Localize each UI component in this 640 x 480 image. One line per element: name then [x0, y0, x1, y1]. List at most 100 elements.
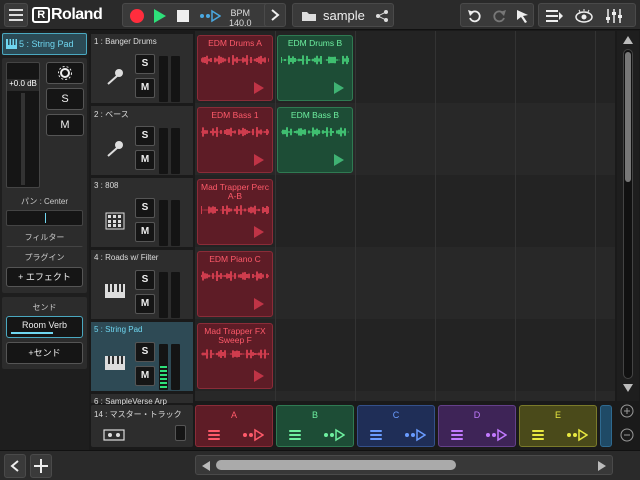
clip[interactable]: EDM Bass B — [277, 107, 353, 173]
stop-icon[interactable] — [175, 8, 191, 24]
vertical-scrollbar[interactable] — [617, 31, 639, 401]
track-header[interactable]: 5 : String Pad S M — [91, 322, 193, 392]
track-header[interactable]: 3 : 808 S M — [91, 178, 193, 248]
scene-launch-icon[interactable] — [566, 428, 588, 442]
zoom-in-icon[interactable] — [620, 404, 634, 418]
undo-icon[interactable] — [467, 8, 483, 24]
send-room-verb[interactable]: Room Verb — [6, 316, 83, 338]
mute-button[interactable]: M — [135, 78, 155, 98]
scene-menu-icon[interactable] — [370, 430, 382, 440]
track-header[interactable]: 1 : Banger Drums S M — [91, 34, 193, 104]
scene-button[interactable]: C — [357, 405, 435, 447]
add-track-button[interactable] — [30, 454, 52, 478]
clip[interactable]: EDM Piano C — [197, 251, 273, 317]
scroll-up-icon[interactable] — [622, 35, 634, 45]
mute-button[interactable]: M — [135, 222, 155, 242]
zoom-out-icon[interactable] — [620, 428, 634, 442]
settings-button[interactable] — [46, 62, 84, 84]
bpm-display[interactable]: BPM 140.0 — [229, 8, 252, 28]
mic-icon — [105, 68, 125, 86]
clip[interactable]: EDM Drums B — [277, 35, 353, 101]
clip-play-icon[interactable] — [254, 298, 264, 310]
solo-button[interactable]: S — [135, 342, 155, 362]
loop-icon[interactable] — [199, 9, 221, 23]
track-header[interactable]: 2 : ベース S M — [91, 106, 193, 176]
bpm-label: BPM — [230, 8, 251, 18]
song-selector[interactable]: sample — [292, 3, 394, 27]
clip-play-icon[interactable] — [334, 154, 344, 166]
clip-play-icon[interactable] — [254, 154, 264, 166]
clip[interactable]: Mad Trapper FX Sweep F — [197, 323, 273, 389]
clip-play-icon[interactable] — [254, 226, 264, 238]
solo-button[interactable]: S — [135, 198, 155, 218]
mixer-icon[interactable] — [605, 8, 623, 24]
solo-button[interactable]: S — [135, 126, 155, 146]
mute-button[interactable]: M — [135, 150, 155, 170]
scroll-track[interactable] — [623, 49, 633, 379]
add-send-button[interactable]: +センド — [6, 342, 83, 364]
scroll-thumb[interactable] — [625, 52, 631, 182]
scene-button[interactable]: D — [438, 405, 516, 447]
back-button[interactable] — [4, 454, 26, 478]
clip-play-icon[interactable] — [334, 82, 344, 94]
edit-tools — [460, 3, 534, 27]
grid-line — [595, 31, 596, 401]
master-level-button[interactable] — [175, 425, 186, 441]
roland-logo: R Roland — [32, 6, 103, 24]
inspector-track-title[interactable]: 5 : String Pad — [2, 33, 87, 55]
clip[interactable]: EDM Bass 1 — [197, 107, 273, 173]
record-icon[interactable] — [129, 8, 145, 24]
horizontal-scroll-thumb[interactable] — [216, 460, 456, 470]
scroll-down-icon[interactable] — [622, 383, 634, 393]
clip-play-icon[interactable] — [254, 370, 264, 382]
scene-launch-icon[interactable] — [242, 428, 264, 442]
clip-name: EDM Bass B — [290, 110, 340, 120]
grid-line — [275, 31, 276, 401]
scene-button[interactable]: E — [519, 405, 597, 447]
inspector-solo-button[interactable]: S — [46, 88, 84, 110]
next-button[interactable] — [264, 3, 286, 27]
scene-menu-icon[interactable] — [451, 430, 463, 440]
scene-launch-icon[interactable] — [404, 428, 426, 442]
track-header[interactable]: 6 : SampleVerse Arp — [91, 394, 193, 406]
scene-name: A — [230, 410, 237, 420]
list-icon[interactable] — [545, 8, 563, 24]
scroll-right-icon[interactable] — [597, 460, 607, 472]
redo-icon[interactable] — [491, 8, 507, 24]
pointer-icon[interactable] — [515, 8, 531, 24]
clip-play-icon[interactable] — [254, 82, 264, 94]
scene-menu-icon[interactable] — [208, 430, 220, 440]
clip[interactable]: Mad Trapper Perc A-B — [197, 179, 273, 245]
menu-button[interactable] — [4, 3, 28, 27]
add-effect-button[interactable]: + エフェクト — [6, 267, 83, 287]
solo-button[interactable]: S — [135, 54, 155, 74]
master-track[interactable]: 14 : マスター・トラック — [91, 405, 193, 447]
clip-grid[interactable]: EDM Drums A EDM Drums B EDM Bass 1 EDM Bass… — [195, 31, 615, 401]
inspector-mute-button[interactable]: M — [46, 114, 84, 136]
master-track-name: 14 : マスター・トラック — [94, 410, 182, 419]
scene-menu-icon[interactable] — [532, 430, 544, 440]
clip-name: EDM Drums B — [287, 38, 343, 48]
solo-button[interactable]: S — [135, 270, 155, 290]
filter-label: フィルター — [24, 233, 65, 242]
scene-partial[interactable] — [600, 405, 612, 447]
scene-menu-icon[interactable] — [289, 430, 301, 440]
pan-slider[interactable] — [6, 210, 83, 226]
track-header[interactable]: 4 : Roads w/ Filter S M — [91, 250, 193, 320]
eye-icon[interactable] — [575, 8, 593, 24]
scene-launch-icon[interactable] — [323, 428, 345, 442]
scene-button[interactable]: B — [276, 405, 354, 447]
scene-name: D — [473, 410, 481, 420]
share-icon[interactable] — [375, 9, 389, 23]
mute-button[interactable]: M — [135, 366, 155, 386]
mute-button[interactable]: M — [135, 294, 155, 314]
volume-fader[interactable]: +0.0 dB — [6, 62, 40, 188]
scene-button[interactable]: A — [195, 405, 273, 447]
play-icon[interactable] — [151, 8, 167, 24]
scene-launch-icon[interactable] — [485, 428, 507, 442]
pan-indicator — [45, 213, 46, 223]
scroll-left-icon[interactable] — [201, 460, 211, 472]
horizontal-scrollbar[interactable] — [195, 455, 613, 475]
level-meter — [171, 272, 180, 318]
clip[interactable]: EDM Drums A — [197, 35, 273, 101]
